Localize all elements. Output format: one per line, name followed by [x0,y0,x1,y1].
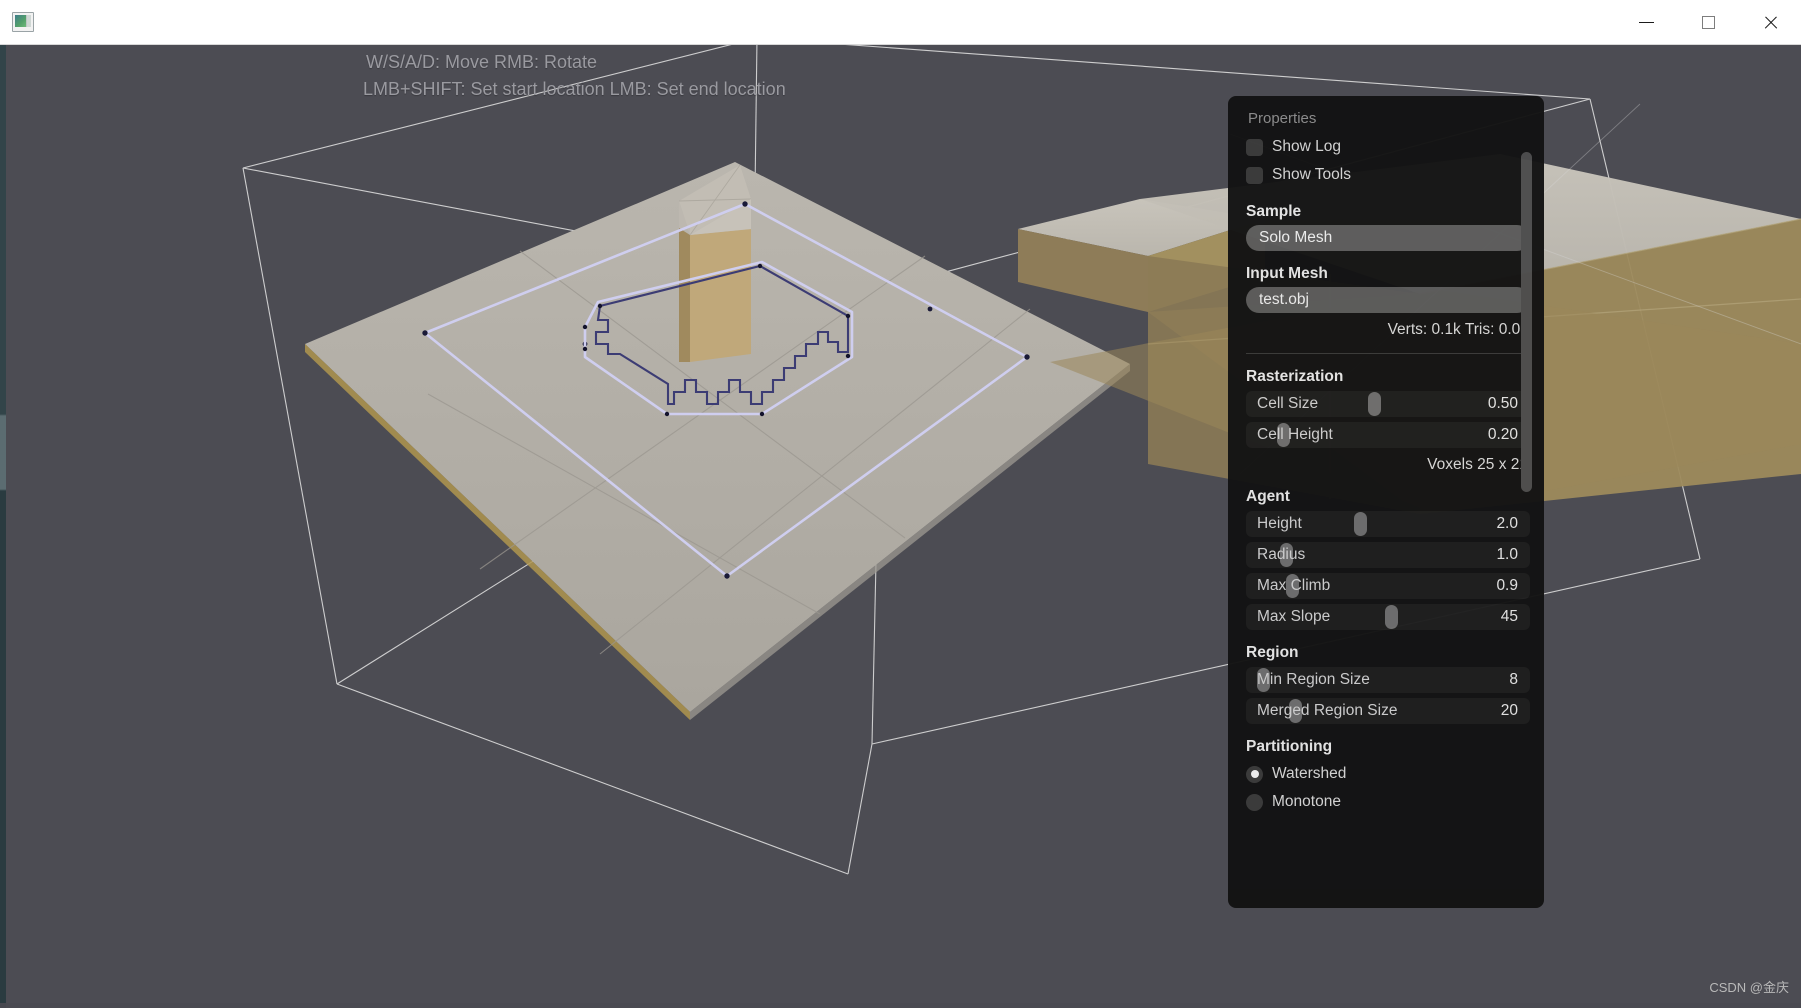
radio-row-watershed[interactable]: Watershed [1246,760,1532,788]
properties-panel[interactable]: Properties Show Log Show Tools Sample So… [1228,96,1544,908]
checkbox-show-log-icon[interactable] [1246,138,1263,156]
maximize-icon [1701,15,1715,29]
radio-row-monotone[interactable]: Monotone [1246,788,1532,816]
3d-viewport[interactable]: W/S/A/D: Move RMB: Rotate LMB+SHIFT: Set… [0,44,1801,1008]
slider-agent-height-label: Height [1257,515,1302,532]
slider-cell-height-value: 0.20 [1487,426,1518,443]
taskbar-strip [0,1003,1801,1008]
title-bar [0,0,1801,45]
slider-agent-max-slope-value: 45 [1500,608,1518,625]
sample-selector[interactable]: Solo Mesh [1246,225,1530,251]
divider-1 [1246,353,1528,354]
slider-min-region-size[interactable]: Min Region Size 8 [1246,667,1530,693]
radio-watershed-icon[interactable] [1246,765,1263,783]
slider-merged-region-size-value: 20 [1500,702,1518,719]
minimize-icon [1638,21,1654,23]
slider-agent-max-slope-knob[interactable] [1385,605,1399,629]
close-button[interactable] [1739,0,1801,44]
slider-merged-region-size-label: Merged Region Size [1257,702,1398,719]
slider-cell-size-value: 0.50 [1487,395,1518,412]
section-heading-rasterization: Rasterization [1246,368,1344,385]
section-heading-partitioning: Partitioning [1246,738,1333,755]
window-controls [1615,0,1801,44]
application-window: W/S/A/D: Move RMB: Rotate LMB+SHIFT: Set… [0,0,1801,1008]
section-heading-region: Region [1246,644,1299,661]
input-mesh-selector[interactable]: test.obj [1246,287,1530,313]
close-icon [1763,15,1778,30]
checkbox-row-show-log[interactable]: Show Log [1246,133,1532,161]
checkbox-show-log-label: Show Log [1272,138,1341,155]
title-bar-left [0,12,44,32]
viewport-left-edge-accent [0,44,6,1008]
checkbox-row-show-tools[interactable]: Show Tools [1246,161,1532,189]
slider-cell-height[interactable]: Cell Height 0.20 [1246,422,1530,448]
slider-agent-height[interactable]: Height 2.0 [1246,511,1530,537]
properties-scrollbar-thumb[interactable] [1521,152,1532,492]
slider-min-region-size-label: Min Region Size [1257,671,1370,688]
properties-scrollbar-track[interactable] [1521,104,1538,900]
slider-min-region-size-value: 8 [1509,671,1518,688]
slider-agent-radius[interactable]: Radius 1.0 [1246,542,1530,568]
section-heading-sample: Sample [1246,203,1302,220]
slider-agent-max-climb[interactable]: Max Climb 0.9 [1246,573,1530,599]
checkbox-show-tools-icon[interactable] [1246,166,1263,184]
slider-agent-height-knob[interactable] [1353,512,1367,536]
voxels-label: Voxels 25 x 21 [1427,456,1528,473]
maximize-button[interactable] [1677,0,1739,44]
slider-cell-height-label: Cell Height [1257,426,1333,443]
radio-monotone-label: Monotone [1272,793,1341,810]
slider-agent-height-value: 2.0 [1496,515,1518,532]
slider-cell-size-label: Cell Size [1257,395,1319,412]
slider-agent-max-slope[interactable]: Max Slope 45 [1246,604,1530,630]
mesh-stats-label: Verts: 0.1k Tris: 0.0k [1387,321,1528,338]
radio-monotone-icon[interactable] [1246,793,1263,811]
slider-agent-radius-label: Radius [1257,546,1306,563]
properties-panel-title: Properties [1248,110,1317,127]
slider-agent-max-climb-value: 0.9 [1496,577,1518,594]
slider-cell-size-knob[interactable] [1368,392,1382,416]
slider-cell-size[interactable]: Cell Size 0.50 [1246,391,1530,417]
slider-agent-max-slope-label: Max Slope [1257,608,1331,625]
slider-agent-radius-value: 1.0 [1496,546,1518,563]
section-heading-input-mesh: Input Mesh [1246,265,1328,282]
minimize-button[interactable] [1615,0,1677,44]
slider-agent-max-climb-label: Max Climb [1257,577,1331,594]
properties-panel-content: Properties Show Log Show Tools Sample So… [1228,96,1544,828]
section-heading-agent: Agent [1246,488,1290,505]
slider-merged-region-size[interactable]: Merged Region Size 20 [1246,698,1530,724]
application-icon [12,12,34,32]
checkbox-show-tools-label: Show Tools [1272,166,1351,183]
radio-watershed-label: Watershed [1272,765,1347,782]
